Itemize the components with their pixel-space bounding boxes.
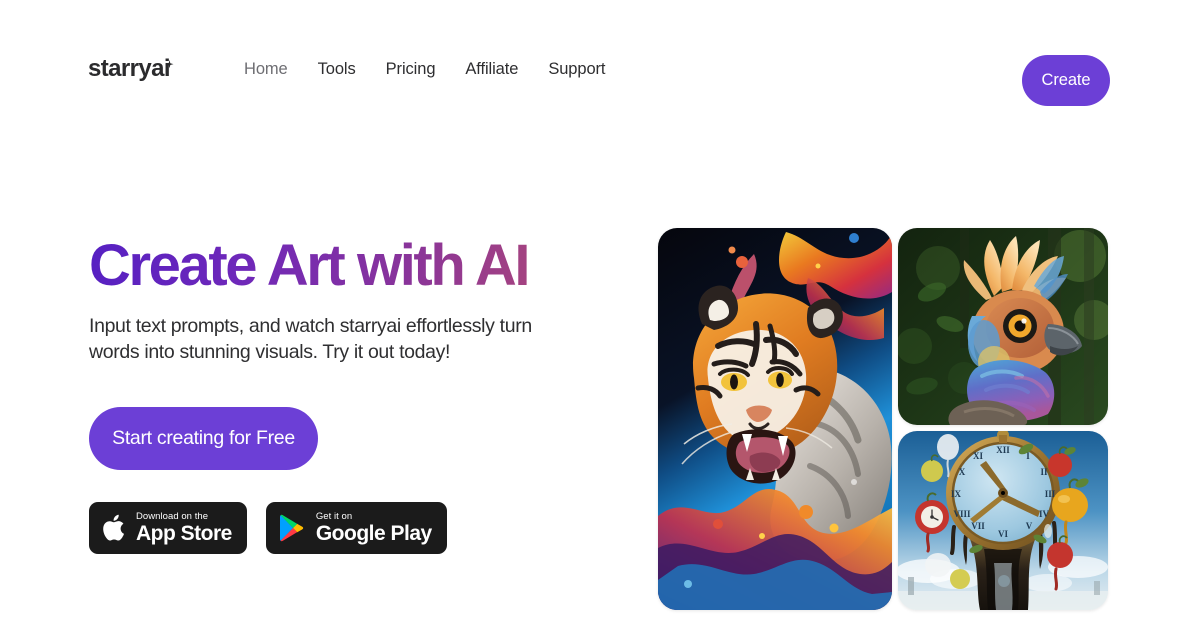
app-store-badge-small-text: Download on the (136, 510, 209, 522)
nav-item-tools[interactable]: Tools (318, 60, 356, 79)
nav-item-home[interactable]: Home (244, 60, 288, 79)
start-creating-button[interactable]: Start creating for Free (89, 407, 318, 470)
gallery-item-tiger[interactable]: Roaring tiger bursting from colorful liq… (658, 228, 892, 610)
google-play-badge[interactable]: Get it on Google Play (265, 502, 447, 554)
gallery-item-clock[interactable]: Surreal melting roman-numeral clock with… (898, 431, 1108, 610)
hero-subtitle: Input text prompts, and watch starryai e… (89, 315, 532, 363)
svg-text:IX: IX (951, 489, 962, 499)
google-play-badge-small-text: Get it on (315, 510, 353, 522)
svg-text:IV: IV (1039, 509, 1050, 519)
svg-text:VI: VI (998, 529, 1008, 539)
svg-text:X: X (959, 467, 966, 477)
hero-content: Create Art with AI Input text prompts, a… (89, 235, 609, 554)
svg-text:II: II (1040, 467, 1048, 477)
landing-page: starryai Home Tools Pricing Affiliate Su… (0, 0, 1200, 623)
brand-logo[interactable]: starryai (88, 55, 174, 82)
gallery-column-left: Roaring tiger bursting from colorful liq… (658, 228, 892, 610)
create-button[interactable]: Create (1022, 55, 1110, 106)
site-header: starryai Home Tools Pricing Affiliate Su… (0, 0, 1200, 130)
nav-item-support[interactable]: Support (548, 60, 605, 79)
gallery-item-bird[interactable]: Fantasy crested bird with orange, blue a… (898, 228, 1108, 425)
hero-gallery: Roaring tiger bursting from colorful liq… (658, 228, 1108, 610)
svg-text:XI: XI (973, 451, 983, 461)
google-play-badge-title: Google Play (315, 522, 432, 546)
svg-text:VIII: VIII (953, 509, 971, 519)
apple-logo-icon (102, 514, 125, 542)
gallery-column-right: Fantasy crested bird with orange, blue a… (898, 228, 1108, 610)
main-nav: Home Tools Pricing Affiliate Support (244, 60, 606, 79)
page-title: Create Art with AI (89, 235, 609, 296)
nav-item-pricing[interactable]: Pricing (386, 60, 436, 79)
app-store-badge[interactable]: Download on the App Store (89, 502, 247, 554)
store-badges: Download on the App Store Get it on Goog… (89, 502, 609, 554)
svg-text:XII: XII (996, 445, 1010, 455)
google-play-icon (279, 514, 305, 542)
brand-logo-text: starryai (88, 55, 171, 82)
nav-item-affiliate[interactable]: Affiliate (465, 60, 518, 79)
svg-text:V: V (1026, 521, 1033, 531)
app-store-badge-title: App Store (136, 522, 232, 546)
svg-text:VII: VII (971, 521, 985, 531)
